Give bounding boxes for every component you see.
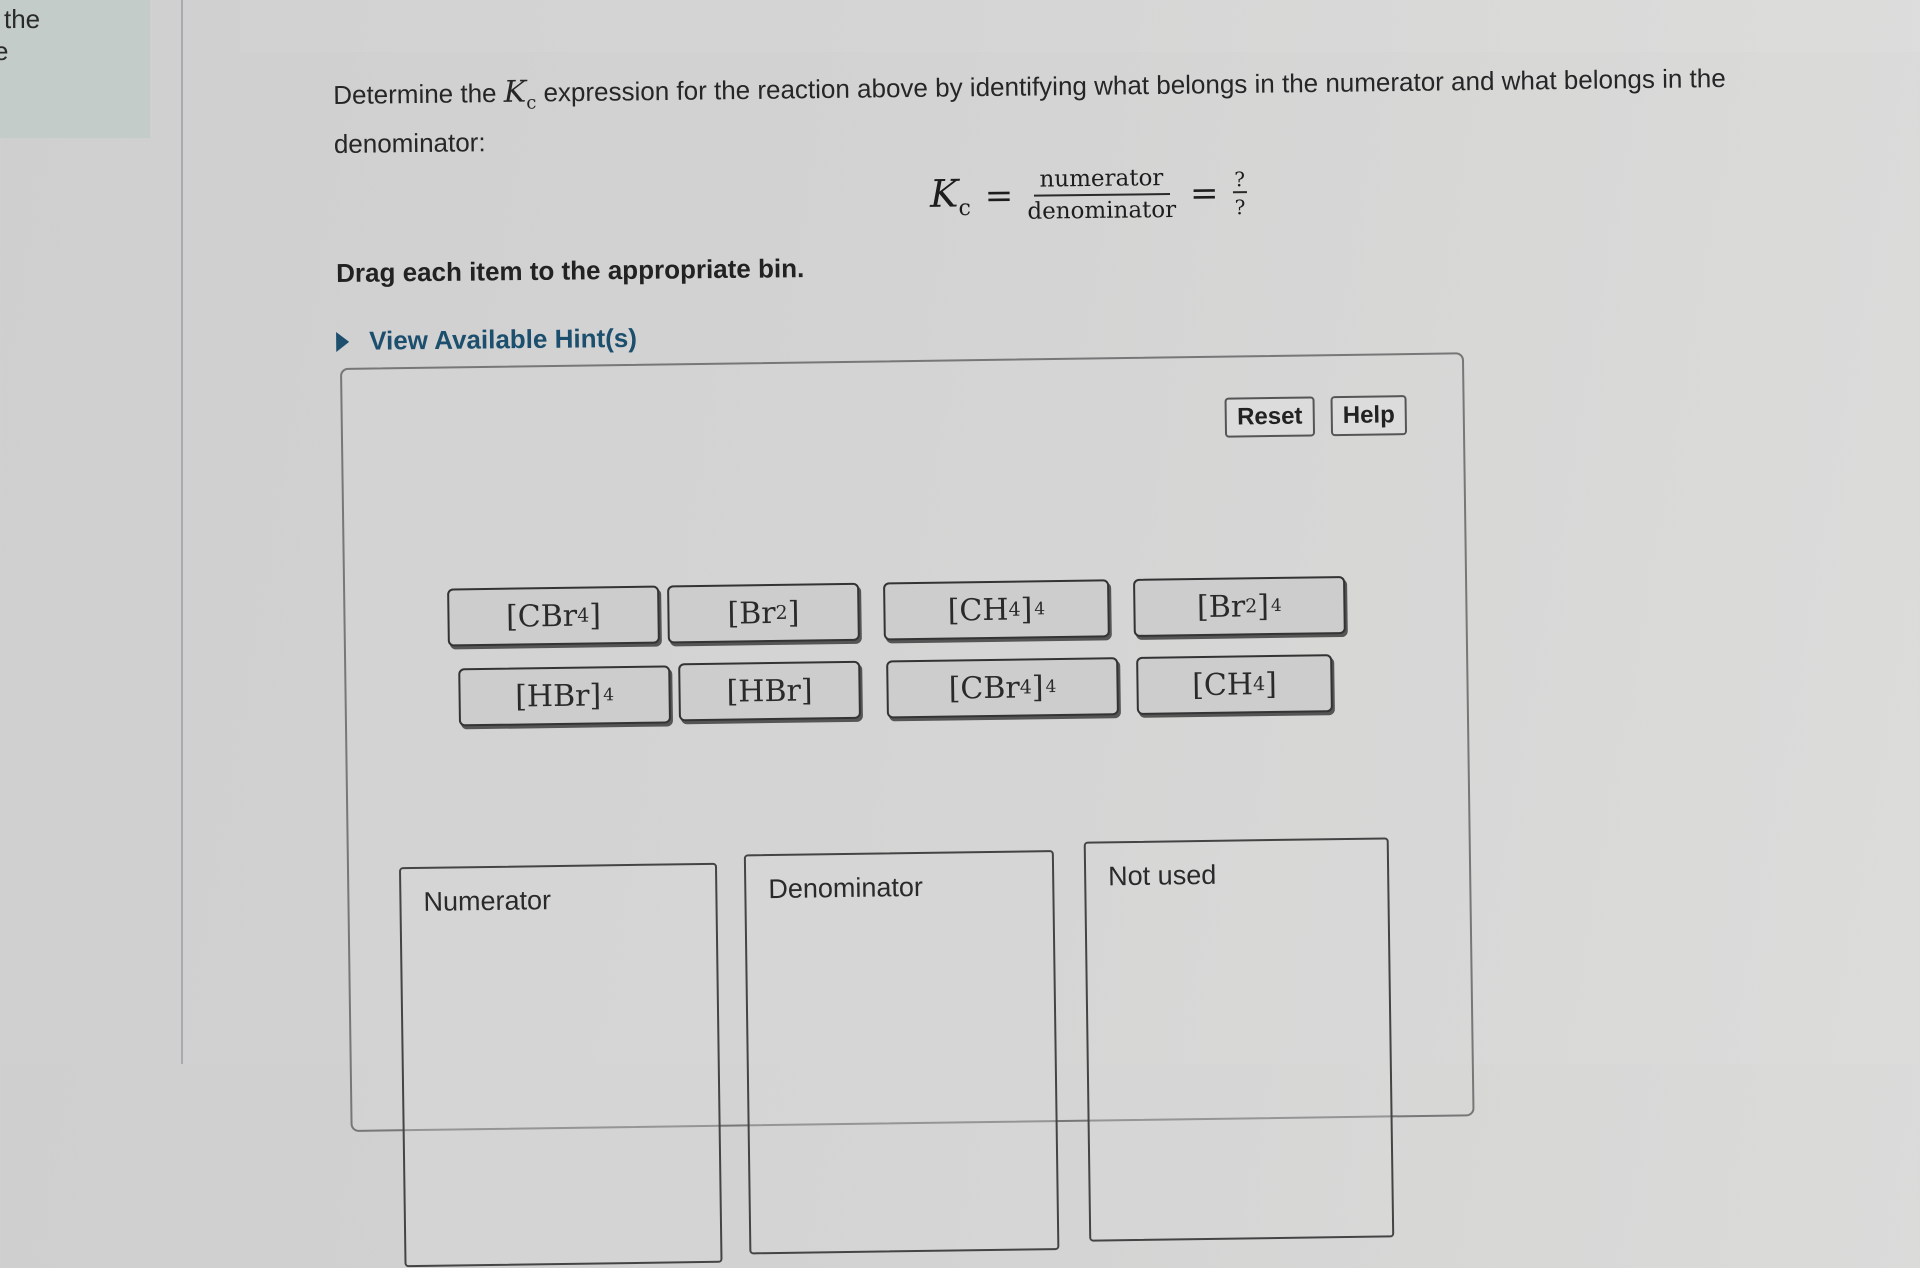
draggable-token[interactable]: [CBr 4] 4 [886,657,1119,719]
formula-equals: = [984,175,1014,217]
draggable-token[interactable]: [CH 4] 4 [883,579,1110,641]
bin-numerator[interactable]: Numerator [398,862,723,1268]
reset-button[interactable]: Reset [1224,396,1316,438]
formula-denominator: denominator [1027,196,1177,225]
draggable-token[interactable]: [CBr 4] [447,585,660,647]
hint-label: View Available Hint(s) [368,322,638,356]
view-hints-link[interactable]: View Available Hint(s) [336,323,637,357]
sidebar-panel: the e [0,0,150,138]
bin-label: Not used [1107,859,1217,892]
instruction-text: Drag each item to the appropriate bin. [336,253,805,288]
draggable-token[interactable]: [Br 2] 4 [1133,575,1346,637]
question-suffix: expression for the reaction above by ide… [333,62,1726,159]
draggable-token[interactable]: [Br 2] [667,582,860,644]
kc-symbol: Kc [503,74,537,114]
kc-formula: Kc = numerator denominator = ? ? [930,158,1248,232]
bin-denominator[interactable]: Denominator [743,850,1060,1255]
question-text: Determine the Kc expression for the reac… [333,57,1854,163]
question-prefix: Determine the [333,77,504,110]
formula-equals: = [1189,173,1219,214]
header-band [240,0,1920,52]
formula-result-fraction: ? ? [1232,167,1248,220]
bin-label: Denominator [768,871,924,905]
sidebar-divider [181,0,183,1064]
sidebar-text: e [0,36,9,66]
formula-fraction: numerator denominator [1027,165,1176,225]
bin-label: Numerator [423,885,552,917]
draggable-token[interactable]: [HBr] [678,660,861,722]
draggable-token[interactable]: [CH 4] [1136,654,1333,715]
sidebar-text: the [4,4,41,34]
help-button[interactable]: Help [1330,395,1408,437]
bin-not-used[interactable]: Not used [1083,837,1395,1242]
formula-numerator: numerator [1033,165,1170,197]
expand-triangle-icon [336,331,350,352]
formula-k: Kc [929,171,972,222]
drag-drop-panel: Reset Help [CBr 4][Br 2] [CH 4] 4 [Br 2] 4 [HBr] 4… [340,352,1475,1268]
formula-result-numerator: ? [1232,167,1248,194]
draggable-token[interactable]: [HBr] 4 [458,665,671,727]
formula-result-denominator: ? [1234,195,1246,220]
